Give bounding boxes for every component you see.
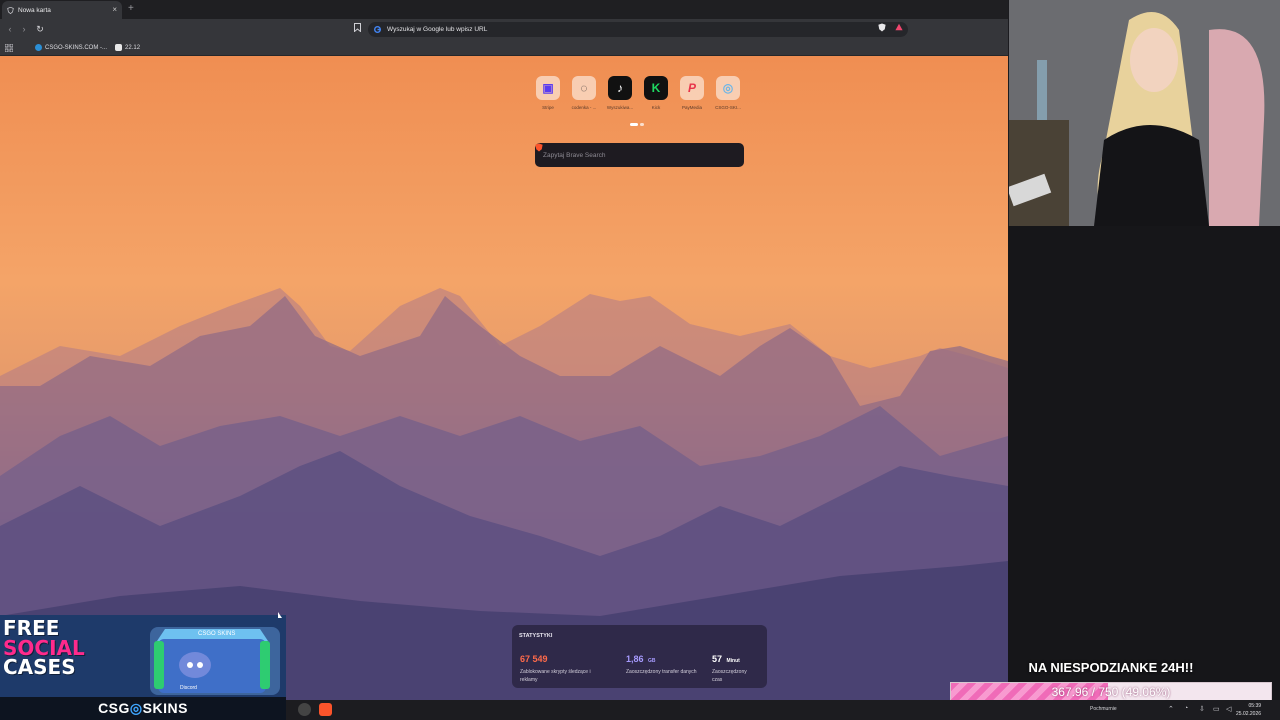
bookmark-22-12[interactable]: 22.12 — [115, 44, 140, 51]
case-box-brand: CSGO SKINS — [198, 631, 235, 637]
stat-desc: Zaoszczędzony transfer danych — [626, 669, 697, 675]
top-site-label: PayMedia — [681, 105, 702, 110]
brave-logo-icon — [535, 143, 543, 152]
clock-date: 25.02.2026 — [1236, 711, 1262, 717]
promo-headline: FREE SOCIAL CASES — [3, 618, 121, 680]
new-tab-page: ▣ Stripe ◌ codenka - ... ♪ Wyszukiwa... … — [0, 56, 1008, 700]
mouse-cursor-icon — [278, 612, 282, 618]
stat-unit: GB — [647, 658, 656, 664]
apps-grid-icon[interactable] — [5, 43, 13, 52]
case-box-image: CSGO SKINS Discord — [150, 619, 280, 695]
promo-line-cases: CASES — [3, 655, 76, 680]
csgo-skins-icon: ◎ — [716, 76, 740, 100]
brand-right: SKINS — [142, 700, 188, 716]
promo-banner: FREE SOCIAL CASES CSGO SKINS Discord CSG… — [0, 615, 286, 720]
stream-side-panel — [1008, 226, 1280, 700]
reload-button[interactable]: ↻ — [34, 23, 46, 35]
bookmark-page-icon — [115, 44, 123, 51]
top-sites: ▣ Stripe ◌ codenka - ... ♪ Wyszukiwa... … — [534, 76, 742, 110]
top-site-label: CSGO-SKI... — [715, 105, 741, 110]
search-placeholder: Zapytaj Brave Search — [543, 151, 606, 159]
bookmark-label: CSGO-SKINS.COM -... — [45, 44, 108, 51]
csgo-skins-icon — [35, 44, 42, 51]
codenka-icon: ◌ — [572, 76, 596, 100]
brand-left: CSG — [98, 700, 130, 716]
stripe-icon: ▣ — [536, 76, 560, 100]
top-site-label: Stripe — [542, 105, 554, 110]
stat-unit: Minut — [726, 658, 740, 664]
brave-shields-icon[interactable] — [878, 23, 886, 32]
stat-value: 67 549 — [520, 654, 548, 664]
display-icon[interactable]: ▭ — [1213, 705, 1220, 713]
stat-trackers: 67 549 Zablokowane skrypty śledzące i re… — [520, 649, 600, 684]
usb-icon[interactable]: ⇩ — [1199, 705, 1205, 713]
webcam-overlay — [1009, 0, 1280, 226]
brave-browser-window: Nowa karta × + ‹ › ↻ Wyszukaj w Google l… — [0, 0, 1008, 700]
top-sites-pager[interactable] — [630, 123, 644, 126]
streamer-webcam-image — [1009, 0, 1280, 226]
top-site-kick[interactable]: K Kick — [642, 76, 670, 110]
top-site-tiktok[interactable]: ♪ Wyszukiwa... — [606, 76, 634, 110]
brave-rewards-icon[interactable] — [895, 23, 903, 31]
stat-desc: Zaoszczędzony czas — [712, 669, 747, 683]
close-tab-icon[interactable]: × — [112, 6, 117, 14]
mountain-wallpaper — [0, 288, 1008, 700]
tiktok-icon: ♪ — [608, 76, 632, 100]
tab-title: Nowa karta — [18, 6, 51, 14]
network-icon[interactable]: ◔ — [1184, 705, 1188, 712]
clock-time: 05:39 — [1248, 703, 1262, 709]
bookmarks-bar: CSGO-SKINS.COM -... 22.12 — [0, 40, 1008, 56]
pager-dot[interactable] — [640, 123, 644, 126]
top-site-csgo-skins[interactable]: ◎ CSGO-SKI... — [714, 76, 742, 110]
tray-chevron-icon[interactable]: ⌃ — [1168, 705, 1174, 713]
windows-taskbar: Pochmurnie ⌃ ◔ ⇩ ▭ ◁ 05:39 25.02.2026 — [286, 700, 1280, 720]
obs-icon[interactable] — [298, 703, 311, 716]
new-tab-button[interactable]: + — [128, 3, 134, 14]
promo-brand-bar: CSG◎SKINS — [0, 697, 286, 720]
paymedia-icon: P — [680, 76, 704, 100]
donation-goal-title: NA NIESPODZIANKE 24H!! — [1028, 660, 1194, 675]
volume-icon[interactable]: ◁ — [1226, 705, 1231, 713]
stat-bandwidth: 1,86 GB Zaoszczędzony transfer danych — [626, 649, 706, 677]
top-site-label: Wyszukiwa... — [606, 105, 634, 110]
stats-widget: STATYSTYKI 67 549 Zablokowane skrypty śl… — [512, 625, 767, 688]
top-site-codenka[interactable]: ◌ codenka - ... — [570, 76, 598, 110]
back-button[interactable]: ‹ — [4, 23, 16, 35]
brave-taskbar-icon[interactable] — [319, 703, 332, 716]
brave-search-box[interactable]: Zapytaj Brave Search — [535, 143, 744, 167]
tab-bar: Nowa karta × + — [0, 0, 1008, 19]
browser-toolbar: ‹ › ↻ Wyszukaj w Google lub wpisz URL — [0, 19, 1008, 40]
weather-label[interactable]: Pochmurnie — [1090, 706, 1117, 712]
stat-desc: Zablokowane skrypty śledzące i reklamy — [520, 669, 591, 683]
target-icon: ◎ — [129, 700, 143, 716]
address-bar[interactable]: Wyszukaj w Google lub wpisz URL — [368, 22, 908, 37]
case-box-discord: Discord — [180, 685, 197, 691]
bookmark-icon[interactable] — [354, 23, 361, 32]
brave-shield-icon — [7, 6, 14, 14]
google-icon — [374, 26, 381, 33]
kick-icon: K — [644, 76, 668, 100]
top-site-paymedia[interactable]: P PayMedia — [678, 76, 706, 110]
bookmark-label: 22.12 — [125, 44, 141, 51]
stats-title: STATYSTYKI — [519, 633, 553, 639]
pager-dot[interactable] — [630, 123, 638, 126]
stat-value: 57 — [712, 654, 723, 664]
top-site-stripe[interactable]: ▣ Stripe — [534, 76, 562, 110]
address-placeholder: Wyszukaj w Google lub wpisz URL — [387, 26, 488, 33]
stat-time: 57 Minut Zaoszczędzony czas — [712, 649, 757, 684]
stream-screen: Nowa karta × + ‹ › ↻ Wyszukaj w Google l… — [0, 0, 1280, 720]
forward-button[interactable]: › — [18, 23, 30, 35]
top-site-label: codenka - ... — [571, 105, 597, 110]
stat-value: 1,86 — [626, 654, 644, 664]
system-clock[interactable]: 05:39 25.02.2026 — [1236, 702, 1261, 718]
bookmark-csgo-skins[interactable]: CSGO-SKINS.COM -... — [35, 44, 107, 51]
tab-new-tab[interactable]: Nowa karta × — [2, 1, 122, 19]
top-site-label: Kick — [651, 105, 661, 110]
donation-goal-bar: 367.96 / 750 (49.06%) — [950, 682, 1272, 702]
donation-goal-text: 367.96 / 750 (49.06%) — [1051, 685, 1171, 699]
